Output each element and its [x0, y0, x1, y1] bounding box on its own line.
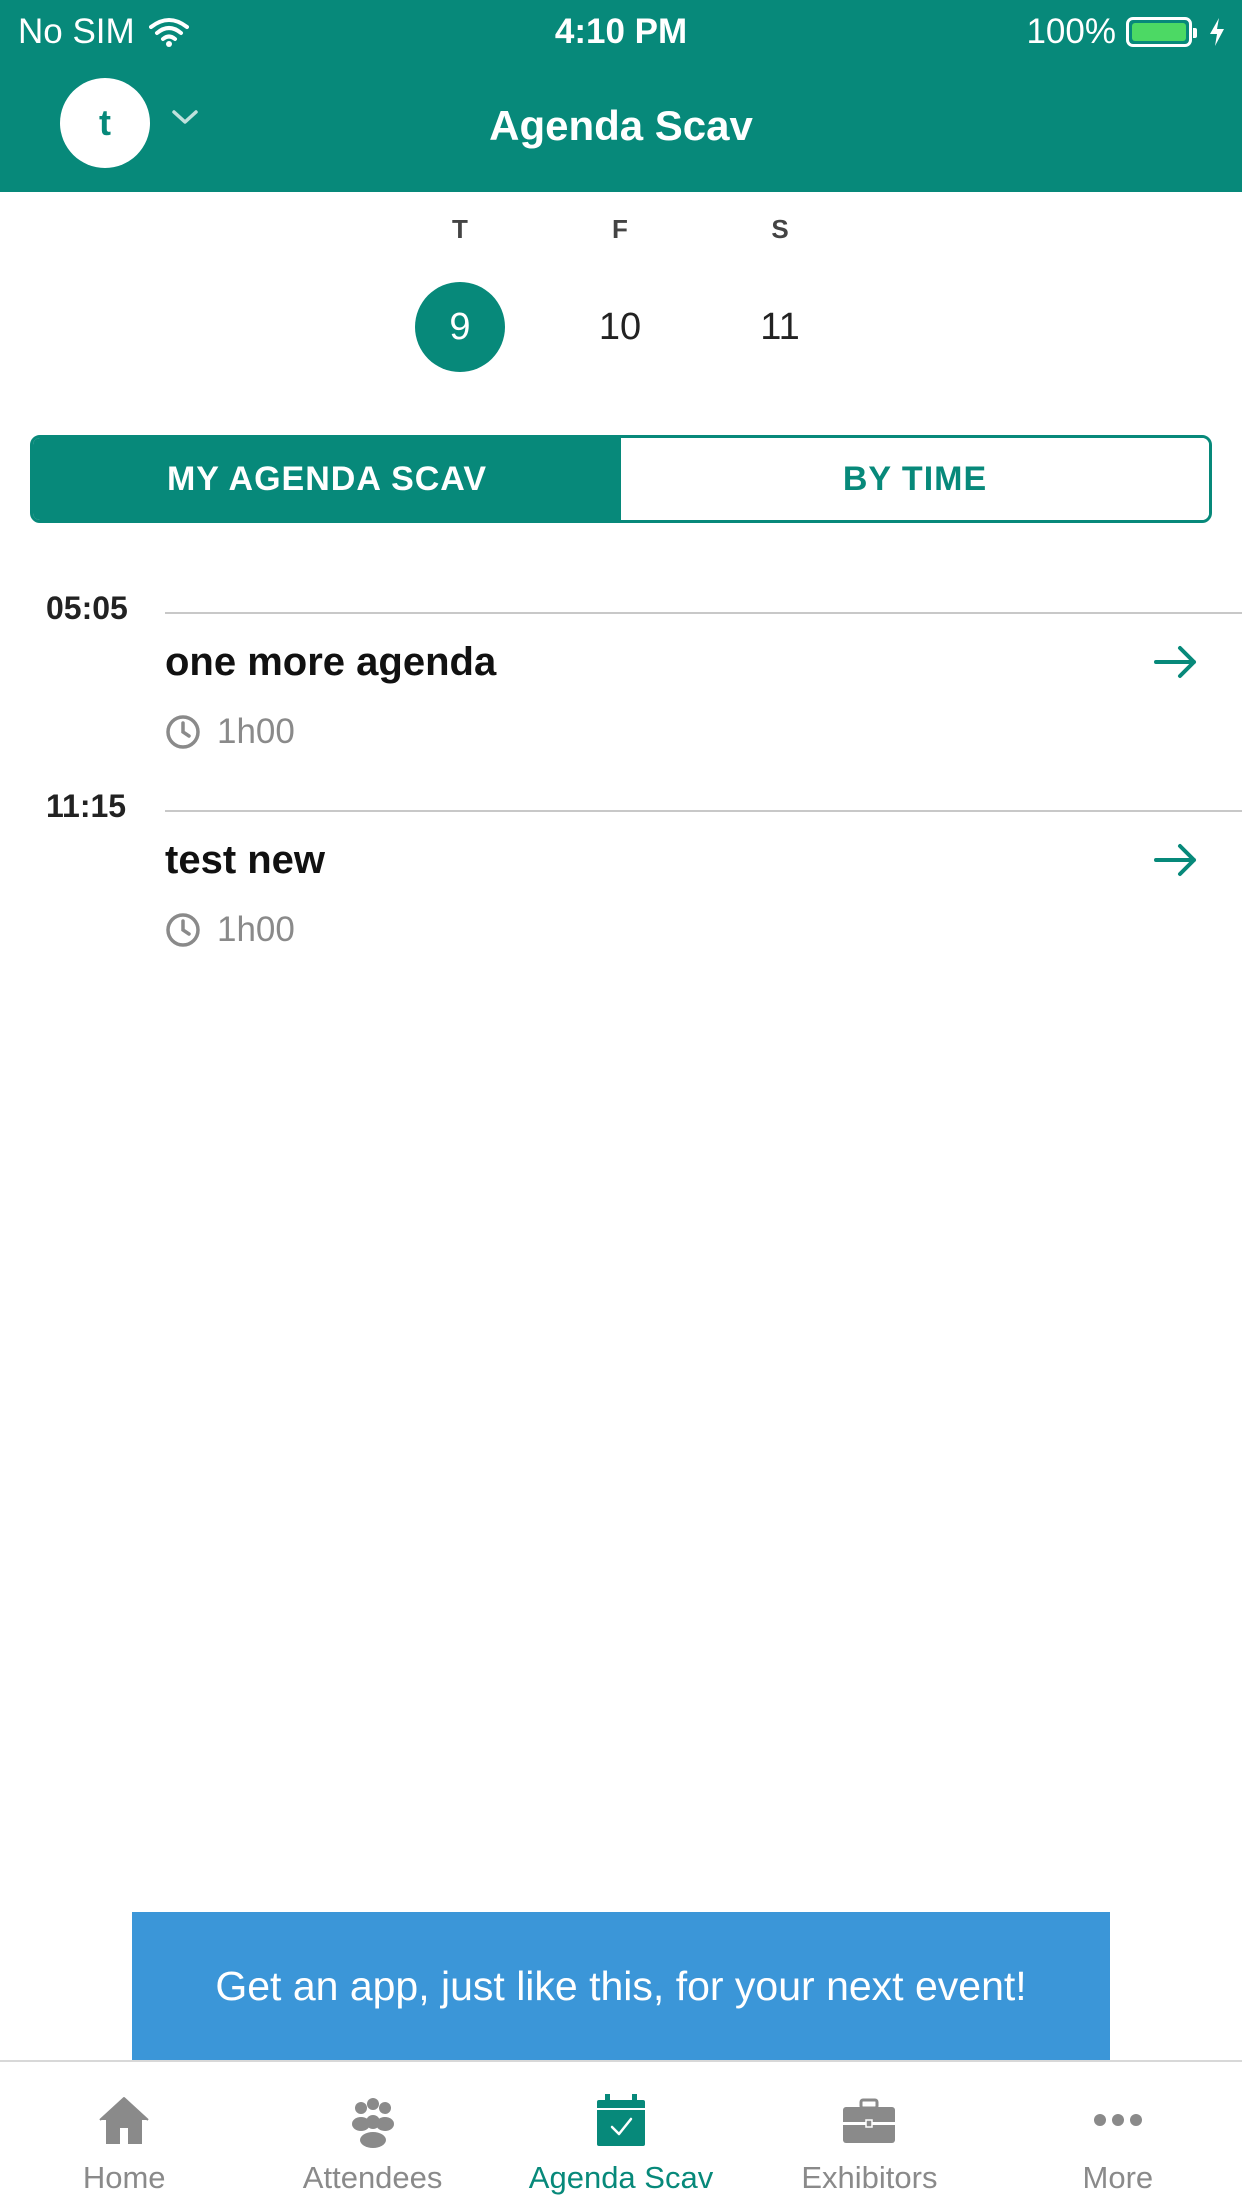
- header: No SIM 4:10 PM 100% t Agenda Scav: [0, 0, 1242, 192]
- bottom-tab-bar: Home Attendees Agenda Scav Exhibitors Mo…: [0, 2060, 1242, 2208]
- calendar-check-icon: [597, 2094, 646, 2146]
- tab-label: Agenda Scav: [528, 2160, 714, 2195]
- divider: [165, 612, 1242, 614]
- duration-text: 1h00: [217, 910, 295, 949]
- arrow-right-icon[interactable]: [1152, 840, 1200, 880]
- tab-exhibitors[interactable]: Exhibitors: [745, 2062, 993, 2208]
- slot-time: 05:05: [46, 590, 128, 626]
- day-of-week: T: [452, 214, 468, 244]
- divider: [165, 810, 1242, 812]
- event-title[interactable]: one more agenda: [165, 640, 496, 685]
- day-of-week: F: [612, 214, 628, 244]
- tab-label: Home: [82, 2160, 166, 2195]
- tab-label: Attendees: [302, 2160, 443, 2195]
- more-dots-icon: [1093, 2114, 1142, 2126]
- clock-icon: [166, 715, 200, 749]
- battery-percent: 100%: [1026, 12, 1116, 51]
- briefcase-icon: [843, 2098, 896, 2143]
- event-title[interactable]: test new: [165, 838, 325, 883]
- day-number: 9: [415, 282, 505, 372]
- day-picker: T 9 F 10 S 11: [0, 192, 1242, 422]
- tab-agenda-scav[interactable]: Agenda Scav: [497, 2062, 745, 2208]
- day-number: 10: [598, 305, 642, 348]
- duration-text: 1h00: [217, 712, 295, 751]
- clock-icon: [166, 913, 200, 947]
- day-number: 11: [760, 305, 800, 348]
- tab-more[interactable]: More: [994, 2062, 1242, 2208]
- promo-banner[interactable]: Get an app, just like this, for your nex…: [132, 1912, 1110, 2060]
- charging-icon: [1210, 18, 1224, 46]
- status-right: 100%: [1026, 12, 1226, 52]
- tab-home[interactable]: Home: [0, 2062, 248, 2208]
- tab-my-agenda[interactable]: MY AGENDA SCAV: [33, 438, 621, 520]
- day-of-week: S: [771, 214, 789, 244]
- agenda-item[interactable]: 05:05 one more agenda 1h00: [0, 590, 1242, 780]
- promo-text: Get an app, just like this, for your nex…: [215, 1962, 1027, 2009]
- slot-time: 11:15: [46, 788, 127, 824]
- tab-label: Exhibitors: [801, 2160, 938, 2195]
- event-duration: 1h00: [165, 712, 295, 752]
- tab-by-time[interactable]: BY TIME: [621, 438, 1209, 520]
- tab-attendees[interactable]: Attendees: [248, 2062, 496, 2208]
- people-icon: [351, 2098, 394, 2148]
- page-title: Agenda Scav: [489, 102, 753, 149]
- status-bar: No SIM 4:10 PM 100%: [0, 0, 1242, 62]
- event-duration: 1h00: [165, 910, 295, 950]
- arrow-right-icon[interactable]: [1152, 642, 1200, 682]
- tab-label: More: [1082, 2160, 1154, 2195]
- agenda-segmented-control: MY AGENDA SCAV BY TIME: [30, 435, 1212, 523]
- battery-icon: [1126, 17, 1197, 47]
- home-icon: [99, 2097, 149, 2144]
- agenda-item[interactable]: 11:15 test new 1h00: [0, 788, 1242, 978]
